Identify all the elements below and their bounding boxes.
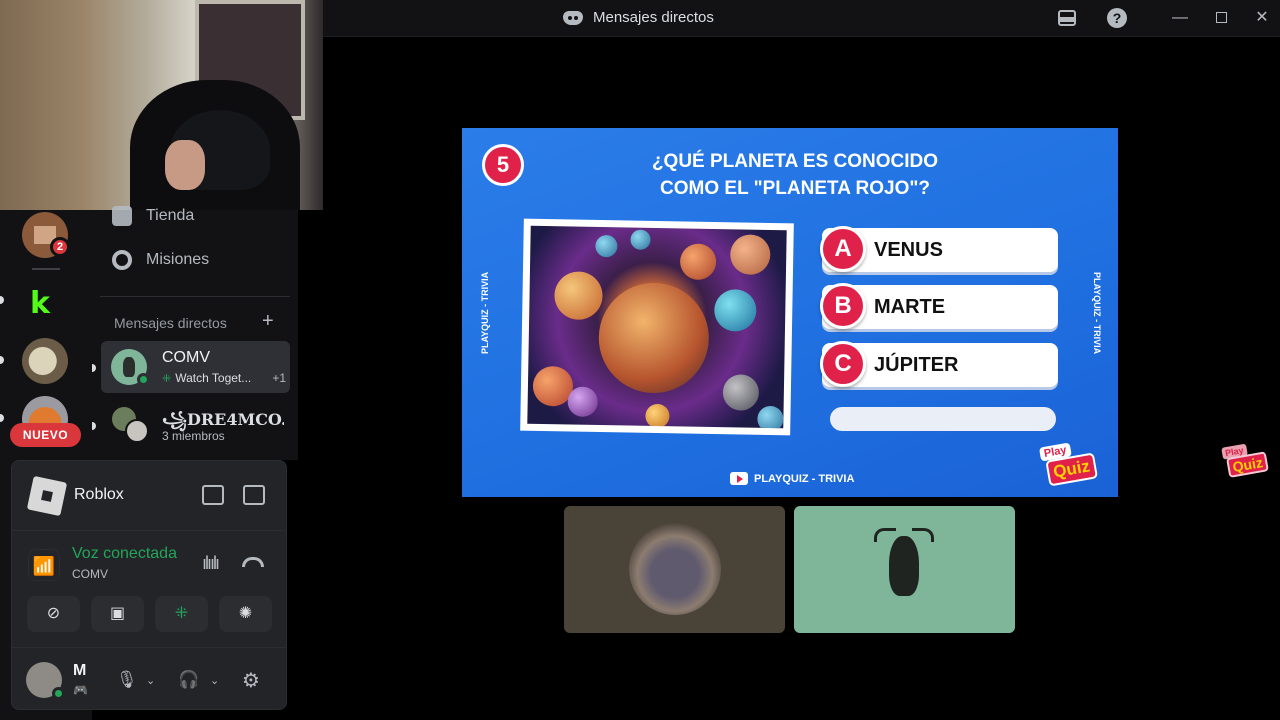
voice-connection: 📶 Voz conectada COMV ılıılı ⊘ ▣ ⁜ ✺: [12, 531, 286, 647]
nav-quests[interactable]: Misiones: [112, 250, 209, 270]
online-status-icon: [52, 687, 65, 700]
window-title: Mensajes directos: [563, 9, 714, 26]
playquiz-logo: Play Quiz: [1219, 438, 1271, 485]
game-activity: Roblox: [12, 461, 286, 531]
online-status-icon: [137, 373, 150, 386]
playquiz-logo: Play Quiz: [1037, 436, 1100, 489]
video-off-icon[interactable]: ⊘: [27, 596, 80, 632]
dm-item-comv[interactable]: COMV ⁜ Watch Toget... +1: [101, 341, 290, 393]
avatar: [125, 419, 149, 443]
help-icon[interactable]: ?: [1107, 8, 1127, 28]
dm-activity: ⁜ Watch Toget... +1: [162, 371, 286, 385]
chevron-down-icon[interactable]: ⌄: [146, 674, 155, 687]
headphones-icon[interactable]: 🎧: [178, 670, 199, 690]
new-badge[interactable]: NUEVO: [10, 423, 81, 447]
side-label: PLAYQUIZ - TRIVIA: [480, 271, 490, 355]
nav-shop-label: Tienda: [146, 207, 195, 224]
add-dm-button[interactable]: +: [262, 310, 274, 333]
stream-footer: PLAYQUIZ - TRIVIA: [730, 472, 854, 485]
voice-channel: COMV: [72, 567, 108, 581]
gamepad-icon: 🎮: [73, 683, 88, 697]
guild-kick[interactable]: k: [22, 280, 68, 326]
screen-share-icon[interactable]: ▣: [91, 596, 144, 632]
nav-quests-label: Misiones: [146, 251, 210, 268]
game-name: Roblox: [74, 486, 124, 503]
unread-indicator: [0, 296, 4, 304]
planets-image: [520, 218, 794, 436]
game-overlay-icon[interactable]: [243, 485, 265, 505]
dm-members: 3 miembros: [162, 429, 225, 443]
unread-indicator: [0, 414, 4, 422]
question-text: ¿QUÉ PLANETA ES CONOCIDO COMO EL "PLANET…: [651, 151, 939, 199]
notification-badge: 2: [50, 237, 70, 257]
answer-a: A VENUS: [820, 226, 1058, 272]
side-label: PLAYQUIZ - TRIVIA: [1092, 271, 1102, 355]
dm-header: Mensajes directos: [114, 315, 227, 331]
chevron-down-icon[interactable]: ⌄: [210, 674, 219, 687]
noise-suppression-icon[interactable]: ılıılı: [202, 553, 220, 574]
answer-placeholder: [830, 407, 1056, 431]
maximize-icon[interactable]: [1211, 8, 1231, 28]
guild-separator: [32, 268, 60, 270]
participant-tile[interactable]: [564, 506, 785, 633]
activity-icon: ⁜: [162, 372, 172, 385]
title-bar: Mensajes directos ? — ✕: [323, 0, 1280, 37]
avatar: [629, 523, 721, 615]
user-name[interactable]: M: [73, 662, 86, 680]
unread-indicator: [92, 364, 96, 372]
disconnect-icon[interactable]: [242, 557, 264, 567]
avatar: [889, 536, 919, 596]
roblox-logo-icon: [26, 475, 68, 517]
minimize-icon[interactable]: —: [1170, 8, 1190, 28]
voice-status[interactable]: Voz conectada: [72, 545, 184, 563]
microphone-icon[interactable]: 🎙: [116, 670, 138, 690]
settings-icon[interactable]: ⚙: [242, 668, 260, 693]
answer-c: C JÚPITER: [820, 341, 1058, 387]
user-panel: Roblox 📶 Voz conectada COMV ılıılı ⊘ ▣ ⁜…: [11, 460, 287, 710]
dm-name: COMV: [162, 349, 210, 366]
discord-logo-icon: [563, 10, 583, 25]
nav-shop[interactable]: Tienda: [112, 206, 194, 226]
close-icon[interactable]: ✕: [1252, 8, 1272, 28]
participant-tile[interactable]: [794, 506, 1015, 633]
unread-indicator: [0, 356, 4, 364]
question-number: 5: [482, 144, 524, 186]
activities-icon[interactable]: ⁜: [155, 596, 208, 632]
answer-b: B MARTE: [820, 283, 1058, 329]
webcam-overlay: [0, 0, 323, 210]
window-title-text: Mensajes directos: [593, 9, 714, 26]
youtube-icon: [730, 472, 748, 485]
inbox-icon[interactable]: [1057, 8, 1077, 28]
voice-signal-icon[interactable]: 📶: [28, 549, 60, 581]
unread-indicator: [92, 422, 96, 430]
soundboard-icon[interactable]: ✺: [219, 596, 272, 632]
divider: [100, 296, 290, 297]
screen-share-stream[interactable]: 5 ¿QUÉ PLANETA ES CONOCIDO COMO EL "PLAN…: [462, 128, 1118, 497]
stream-game-icon[interactable]: [202, 485, 224, 505]
user-area: M 🎮 🎙 ⌄ 🎧 ⌄ ⚙: [12, 647, 286, 709]
dm-item-group[interactable]: ꧁DRE4MCO... 3 miembros: [101, 399, 290, 451]
channel-list: Tienda Misiones Mensajes directos + COMV…: [92, 206, 298, 460]
shop-icon: [112, 206, 132, 226]
guild-avatar-3[interactable]: [22, 338, 68, 384]
quests-icon: [112, 250, 132, 270]
